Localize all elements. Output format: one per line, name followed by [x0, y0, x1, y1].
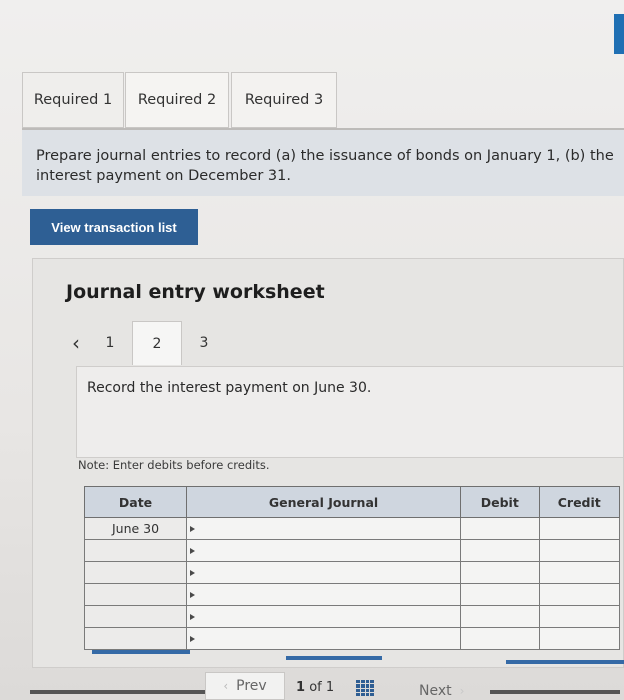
account-cell[interactable]	[186, 561, 462, 584]
account-cell[interactable]	[186, 627, 462, 650]
account-cell[interactable]	[186, 517, 462, 540]
step-3[interactable]: 3	[182, 335, 226, 351]
debit-cell[interactable]	[460, 517, 540, 540]
page-total: 1	[325, 680, 335, 695]
instruction-line-1: Prepare journal entries to record (a) th…	[36, 148, 614, 164]
next-button[interactable]: Next ›	[405, 680, 485, 700]
date-cell[interactable]: June 30	[83, 517, 188, 540]
chevron-left-icon[interactable]: ‹	[64, 331, 88, 355]
step-instruction-box: Record the interest payment on June 30.	[76, 366, 624, 458]
view-transaction-list-button[interactable]: View transaction list	[30, 209, 198, 245]
credit-cell[interactable]	[538, 539, 620, 562]
footer-divider-right	[490, 690, 620, 694]
date-cell[interactable]	[83, 539, 188, 562]
instruction-line-2: interest payment on December 31.	[36, 168, 291, 184]
table-row	[83, 583, 620, 606]
journal-table: Date General Journal Debit Credit June 3…	[83, 486, 620, 650]
footer-divider-left	[30, 690, 205, 694]
page-current: 1	[296, 680, 306, 695]
page: Required 1 Required 2 Required 3 Prepare…	[0, 0, 624, 700]
credit-cell[interactable]	[538, 561, 620, 584]
chevron-left-icon: ‹	[223, 679, 229, 693]
table-row	[83, 627, 620, 650]
required-tabs: Required 1 Required 2 Required 3	[22, 72, 337, 130]
progress-segment	[506, 660, 624, 664]
debit-cell[interactable]	[460, 627, 540, 650]
date-cell[interactable]	[83, 583, 188, 606]
grid-icon[interactable]	[356, 680, 374, 696]
debit-cell[interactable]	[460, 583, 540, 606]
tab-required-1[interactable]: Required 1	[22, 72, 124, 128]
date-cell[interactable]	[83, 627, 188, 650]
tab-required-2[interactable]: Required 2	[125, 72, 229, 128]
step-1[interactable]: 1	[88, 335, 132, 351]
credit-cell[interactable]	[538, 583, 620, 606]
account-cell[interactable]	[186, 583, 462, 606]
header-credit: Credit	[538, 486, 620, 518]
account-cell[interactable]	[186, 539, 462, 562]
instruction-panel: Prepare journal entries to record (a) th…	[22, 130, 624, 196]
date-cell[interactable]	[83, 605, 188, 628]
debit-credit-note: Note: Enter debits before credits.	[78, 458, 270, 472]
tab-required-3[interactable]: Required 3	[231, 72, 337, 128]
table-row: June 30	[83, 517, 620, 540]
debit-cell[interactable]	[460, 605, 540, 628]
credit-cell[interactable]	[538, 517, 620, 540]
edge-scroll-indicator	[614, 14, 624, 54]
debit-cell[interactable]	[460, 561, 540, 584]
step-instruction-text: Record the interest payment on June 30.	[87, 380, 372, 396]
credit-cell[interactable]	[538, 627, 620, 650]
worksheet-title: Journal entry worksheet	[66, 281, 325, 303]
header-date: Date	[83, 486, 188, 518]
progress-segment	[92, 650, 190, 654]
worksheet-step-pager: ‹ 1 2 3	[64, 320, 226, 366]
prev-button[interactable]: ‹ Prev	[205, 672, 285, 700]
step-2[interactable]: 2	[132, 321, 182, 365]
chevron-right-icon: ›	[459, 684, 465, 698]
prev-label: Prev	[236, 678, 267, 694]
header-general-journal: General Journal	[186, 486, 462, 518]
account-cell[interactable]	[186, 605, 462, 628]
next-label: Next	[419, 683, 452, 699]
debit-cell[interactable]	[460, 539, 540, 562]
date-cell[interactable]	[83, 561, 188, 584]
page-counter: 1 of 1	[296, 680, 334, 695]
progress-segment	[286, 656, 382, 660]
credit-cell[interactable]	[538, 605, 620, 628]
table-row	[83, 561, 620, 584]
table-row	[83, 605, 620, 628]
table-row	[83, 539, 620, 562]
header-debit: Debit	[460, 486, 540, 518]
page-of: of	[309, 680, 322, 695]
